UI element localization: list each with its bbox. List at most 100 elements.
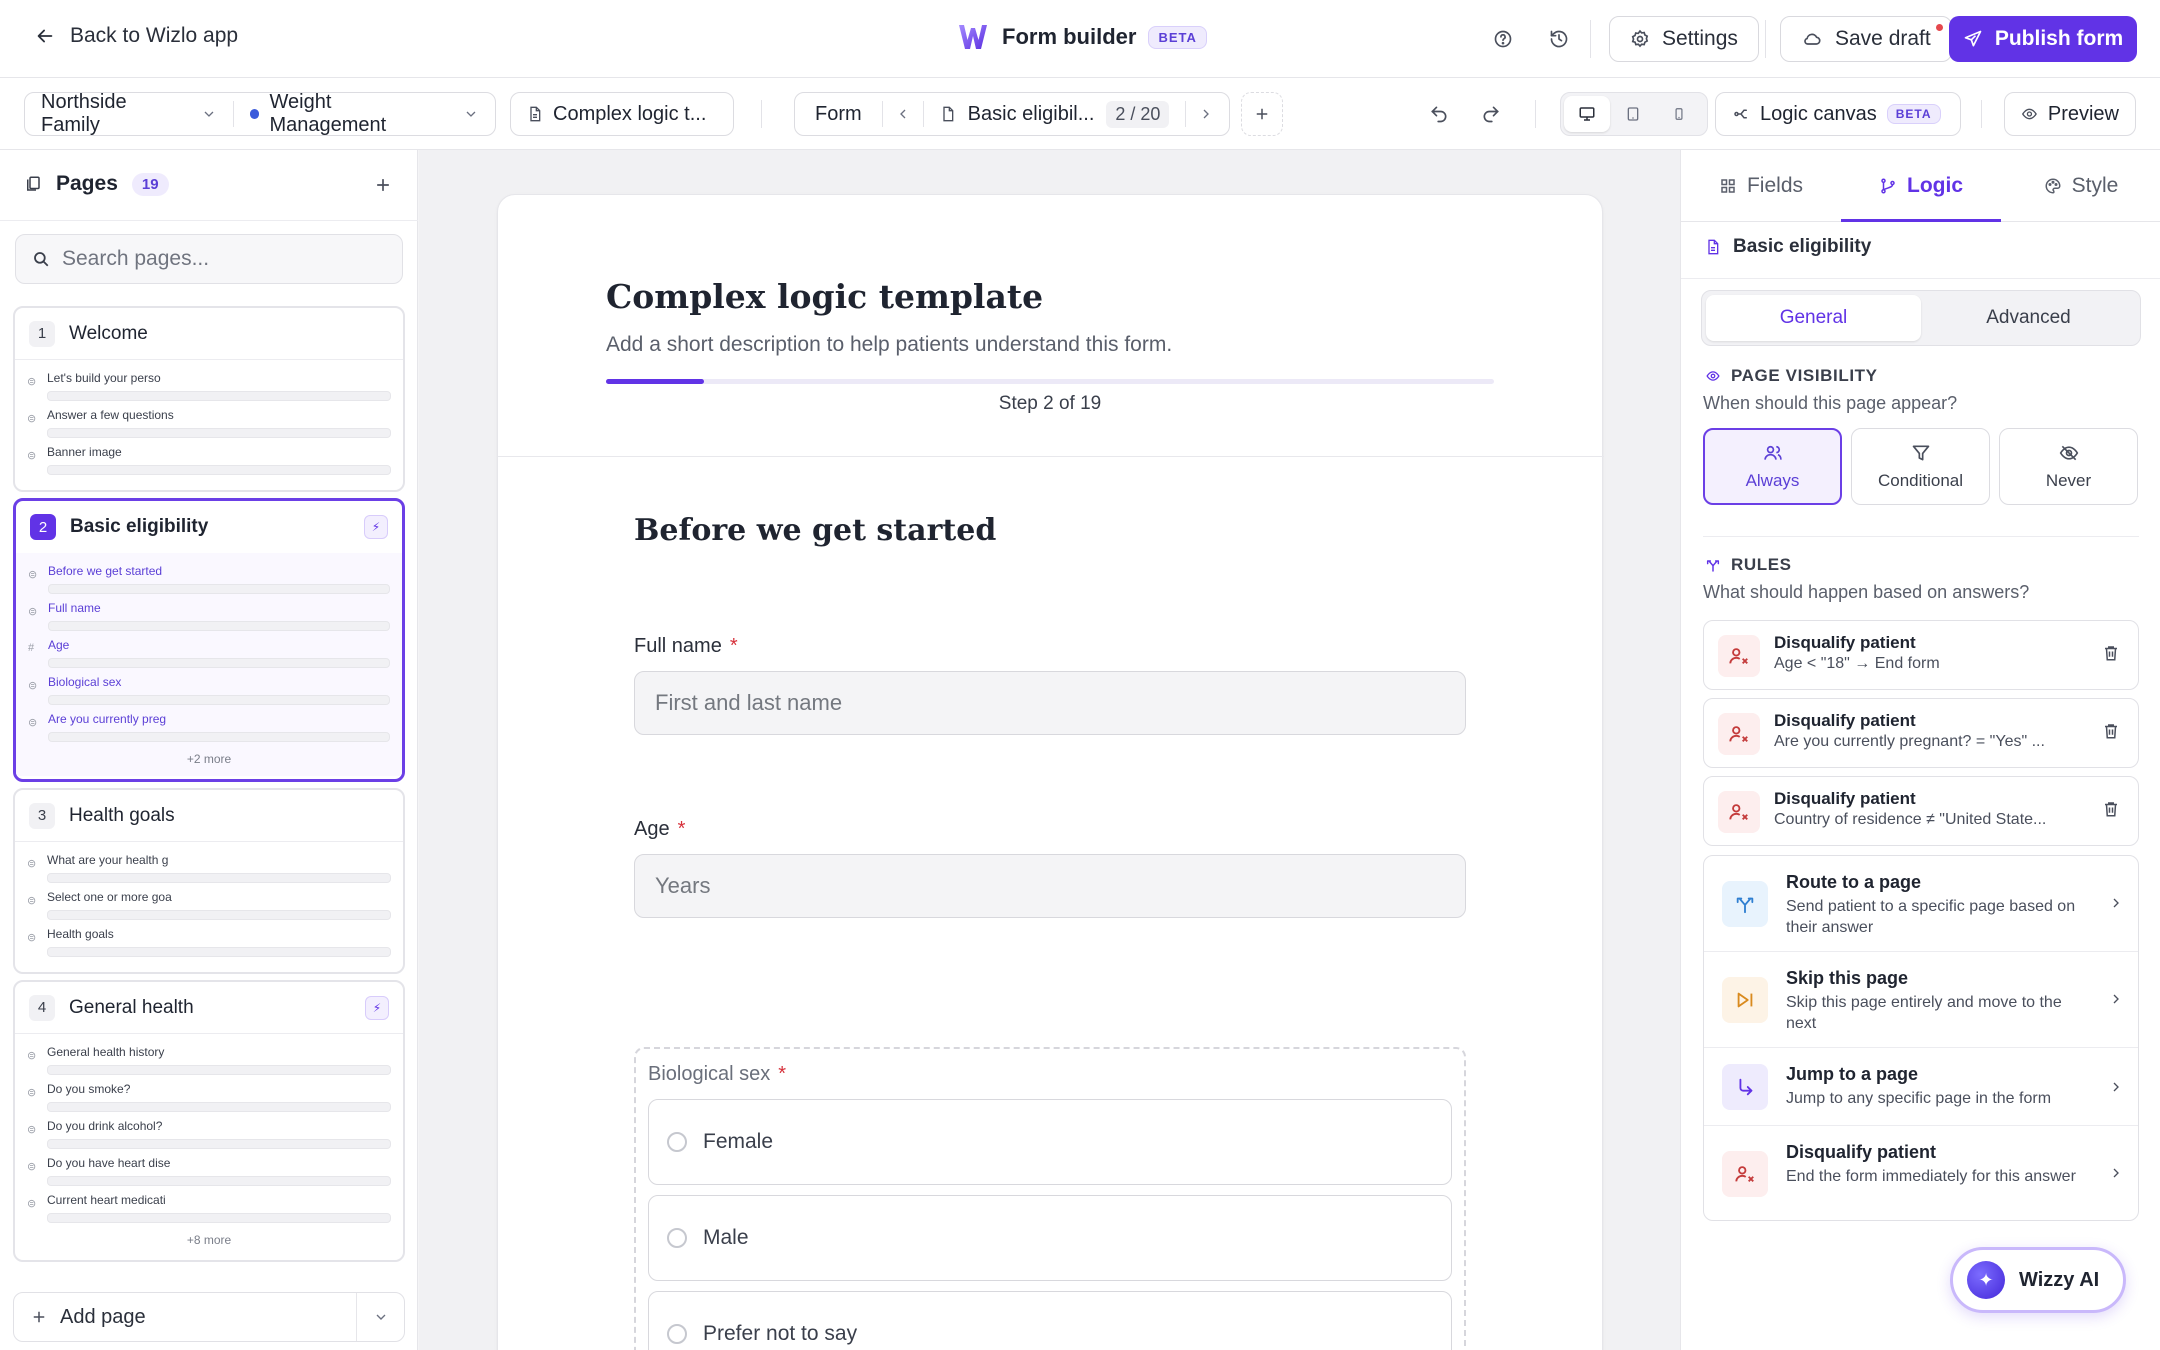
age-label[interactable]: Age * (634, 818, 685, 841)
more-fields-label: +8 more (186, 1233, 232, 1247)
add-page-options-button[interactable] (356, 1293, 404, 1341)
section-heading[interactable]: Before we get started (634, 513, 996, 548)
radio-button[interactable] (667, 1324, 687, 1344)
logic-bolt-icon: ⚡ (364, 515, 388, 539)
add-page-plus-button[interactable] (373, 172, 393, 200)
arrow-left-icon (37, 29, 53, 43)
next-page-button[interactable] (1186, 93, 1226, 135)
field-preview-label: Do you smoke? (47, 1082, 131, 1096)
plus-icon (33, 1311, 45, 1323)
page-card-health-goals[interactable]: 3 Health goals ⊜ What are your health g ⊜… (13, 788, 405, 974)
page-navigator: Form Basic eligibil... 2 / 20 (794, 92, 1230, 136)
current-page-chip[interactable]: Basic eligibil... 2 / 20 (924, 93, 1186, 135)
delete-rule-button[interactable] (2102, 643, 2120, 668)
field-type-icon: ⊜ (27, 1087, 37, 1099)
number-field-icon: # (28, 642, 35, 654)
form-canvas: Complex logic template Add a short descr… (419, 150, 1680, 1350)
tablet-view-button[interactable] (1610, 96, 1656, 132)
panel-tabs: Fields Logic Style (1681, 150, 2160, 222)
back-to-app-link[interactable]: Back to Wizlo app (34, 24, 238, 48)
field-preview-label: Select one or more goa (47, 890, 172, 904)
disqualify-patient-action[interactable]: Disqualify patient End the form immediat… (1704, 1126, 2138, 1220)
form-tab[interactable]: Form (795, 93, 882, 135)
chevron-right-icon (2113, 1082, 2119, 1092)
chevron-right-icon (2113, 1168, 2119, 1178)
radio-button[interactable] (667, 1132, 687, 1152)
tab-logic[interactable]: Logic (1841, 150, 2001, 222)
age-input[interactable]: Years (634, 854, 1466, 918)
logic-canvas-button[interactable]: Logic canvas BETA (1715, 92, 1961, 136)
field-preview-label: Full name (48, 601, 101, 615)
tab-fields[interactable]: Fields (1681, 150, 1841, 221)
visibility-conditional-option[interactable]: Conditional (1851, 428, 1990, 505)
preview-button[interactable]: Preview (2004, 92, 2136, 136)
jump-to-page-action[interactable]: Jump to a page Jump to any specific page… (1704, 1048, 2138, 1126)
field-preview: ⊜ Do you have heart dise (27, 1153, 391, 1190)
biological-sex-field[interactable]: Biological sex * Female Male Prefer not t… (634, 1047, 1466, 1350)
option-female[interactable]: Female (648, 1099, 1452, 1185)
mobile-view-button[interactable] (1656, 96, 1702, 132)
general-subtab[interactable]: General (1706, 295, 1921, 341)
redo-button[interactable] (1476, 99, 1506, 129)
editor-toolbar: Northside Family Weight Management Compl… (0, 78, 2160, 150)
rule-card[interactable]: Disqualify patient Country of residence … (1703, 776, 2139, 846)
full-name-input[interactable]: First and last name (634, 671, 1466, 735)
form-name-chip[interactable]: Complex logic t... (510, 92, 734, 136)
desktop-view-button[interactable] (1564, 96, 1610, 132)
settings-button[interactable]: Settings (1609, 16, 1759, 62)
page-card-basic-eligibility[interactable]: 2 Basic eligibility ⚡ ⊜ Before we get sta… (13, 498, 405, 782)
undo-button[interactable] (1424, 99, 1454, 129)
visibility-never-option[interactable]: Never (1999, 428, 2138, 505)
skip-page-action[interactable]: Skip this page Skip this page entirely a… (1704, 952, 2138, 1048)
option-prefer-not-to-say[interactable]: Prefer not to say (648, 1291, 1452, 1350)
document-icon (1708, 239, 1719, 255)
trash-icon (2105, 646, 2117, 661)
history-button[interactable] (1544, 24, 1574, 54)
help-button[interactable] (1488, 24, 1518, 54)
prev-page-button[interactable] (883, 93, 923, 135)
form-description[interactable]: Add a short description to help patients… (606, 333, 1172, 357)
document-icon (943, 106, 954, 122)
page-card-welcome[interactable]: 1 Welcome ⊜ Let's build your perso ⊜ Answe… (13, 306, 405, 492)
route-to-page-action[interactable]: Route to a page Send patient to a specif… (1704, 856, 2138, 952)
skip-icon (1722, 977, 1768, 1023)
search-pages-input[interactable]: Search pages... (15, 234, 403, 284)
field-preview-label: Do you drink alcohol? (47, 1119, 163, 1133)
page-number: 3 (29, 802, 55, 829)
field-preview: ⊜ Answer a few questions (27, 405, 391, 442)
tab-style[interactable]: Style (2001, 150, 2160, 221)
field-preview: # Age (28, 635, 390, 672)
rule-card[interactable]: Disqualify patient Age < "18" → End form (1703, 620, 2139, 690)
save-draft-button[interactable]: Save draft (1780, 16, 1952, 62)
delete-rule-button[interactable] (2102, 721, 2120, 746)
publish-form-button[interactable]: Publish form (1949, 16, 2137, 62)
required-asterisk: * (729, 635, 738, 657)
rule-description: Country of residence ≠ "United State... (1774, 811, 2047, 828)
program-select[interactable]: Weight Management (234, 91, 495, 136)
radio-button[interactable] (667, 1228, 687, 1248)
plus-icon (377, 179, 389, 191)
advanced-subtab[interactable]: Advanced (1921, 295, 2136, 341)
chevron-down-icon (204, 111, 213, 117)
form-title[interactable]: Complex logic template (606, 277, 1043, 316)
help-circle-icon (1494, 30, 1512, 48)
add-page-button[interactable]: Add page (14, 1306, 356, 1329)
org-select[interactable]: Northside Family (25, 91, 233, 136)
save-draft-label: Save draft (1835, 27, 1931, 50)
add-page-toolbar-button[interactable] (1241, 92, 1283, 136)
option-male[interactable]: Male (648, 1195, 1452, 1281)
delete-rule-button[interactable] (2102, 799, 2120, 824)
required-asterisk: * (677, 818, 686, 840)
page-visibility-subtitle: When should this page appear? (1703, 393, 1958, 413)
device-toggle (1560, 92, 1708, 136)
age-placeholder: Years (655, 873, 711, 898)
app-title: Form builder (1002, 24, 1137, 49)
logic-canvas-label: Logic canvas (1760, 102, 1877, 125)
field-preview: ⊜ Biological sex (28, 672, 390, 709)
full-name-label[interactable]: Full name * (634, 635, 738, 658)
rule-card[interactable]: Disqualify patient Are you currently pre… (1703, 698, 2139, 768)
visibility-always-option[interactable]: Always (1703, 428, 1842, 505)
page-card-general-health[interactable]: 4 General health ⚡ ⊜ General health histo… (13, 980, 405, 1262)
add-rule-actions: Route to a page Send patient to a specif… (1703, 855, 2139, 1221)
wizzy-ai-button[interactable]: ✦ Wizzy AI (1950, 1247, 2126, 1313)
